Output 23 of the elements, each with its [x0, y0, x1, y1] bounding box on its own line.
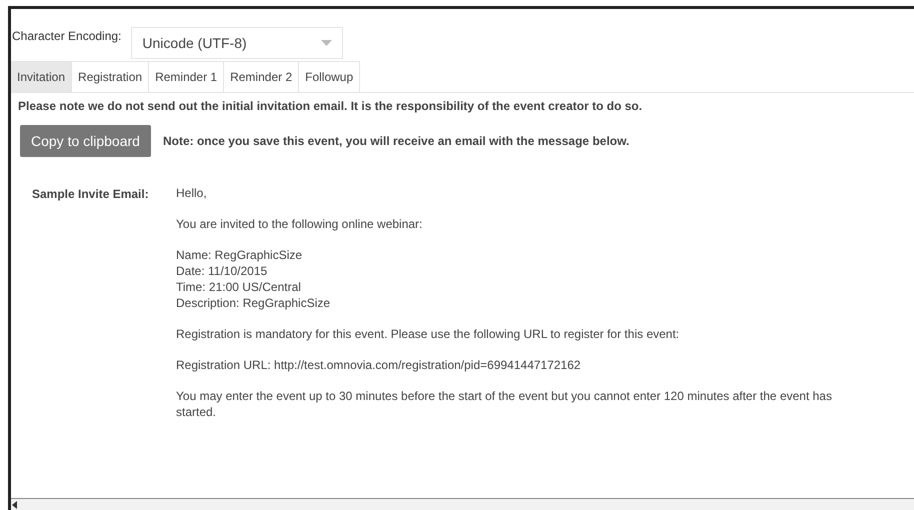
- email-text: Description: RegGraphicSize: [176, 295, 332, 311]
- tab[interactable]: Invitation: [11, 61, 72, 92]
- email-text: Hello,: [176, 185, 208, 201]
- tab[interactable]: Followup: [299, 61, 360, 92]
- email-text: You may enter the event up to 30 minutes before the start of the event but you cannot enter 120 minutes after the event has started.: [176, 388, 833, 420]
- email-text: Date: 11/10/2015: [176, 263, 268, 279]
- scroll-left-icon[interactable]: [11, 500, 19, 508]
- encoding-select[interactable]: Unicode (UTF-8): [131, 27, 344, 59]
- tab[interactable]: Registration: [72, 61, 150, 92]
- sample-label: Sample Invite Email:: [32, 186, 150, 203]
- dropdown-caret-icon: [321, 40, 332, 46]
- encoding-label: Character Encoding:: [12, 28, 122, 45]
- copy-button[interactable]: Copy to clipboard: [20, 125, 151, 157]
- email-text: Name: RegGraphicSize: [176, 247, 304, 263]
- tab[interactable]: Reminder 1: [149, 61, 224, 92]
- tab[interactable]: Reminder 2: [224, 61, 300, 92]
- save-note: Note: once you save this event, you will receive an email with the message below.: [162, 133, 630, 150]
- email-text: Registration URL: http://test.omnovia.com/registration/pid=69941447172162: [176, 357, 582, 373]
- email-text: You are invited to the following online webinar:: [176, 216, 424, 232]
- horizontal-scrollbar[interactable]: [11, 498, 914, 510]
- email-text: Time: 21:00 US/Central: [176, 279, 302, 295]
- email-text: Registration is mandatory for this event. Please use the following URL to register for this event:: [176, 326, 680, 342]
- notice-text: Please note we do not send out the initial invitation email. It is the responsibility of the event creator to do so.: [18, 98, 644, 115]
